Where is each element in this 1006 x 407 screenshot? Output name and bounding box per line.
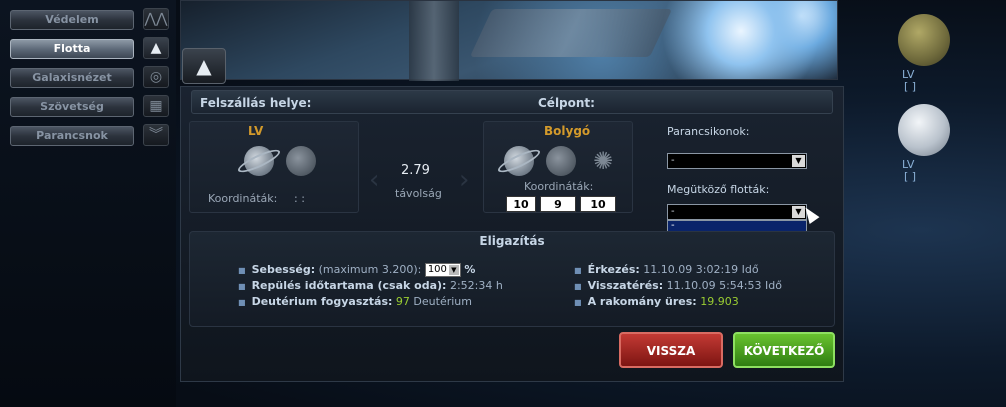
deuterium-row: ■ Deutérium fogyasztás: 97 Deutérium [238, 295, 472, 308]
fleets-select-value: - [671, 206, 675, 217]
galaxy-icon[interactable]: ◎ [143, 66, 169, 88]
cargo-label: A rakomány üres: [587, 295, 697, 308]
bullet-icon: ■ [238, 298, 246, 307]
target-heading: Célpont: [538, 96, 595, 110]
nav-item-alliance[interactable]: Szövetség [10, 97, 134, 117]
origin-heading: Felszállás helye: [200, 96, 312, 110]
arrow-left-icon: ‹ [369, 165, 380, 195]
left-nav: Védelem ⋀⋀ Flotta ▲ Galaxisnézet ◎ Szöve… [0, 0, 176, 407]
nav-item-commander[interactable]: Parancsnok [10, 126, 134, 146]
nav-item-defense[interactable]: Védelem [10, 10, 134, 30]
speed-select-value: 100 [427, 264, 447, 275]
arrow-right-icon: › [459, 165, 470, 195]
speed-unit: % [464, 263, 476, 276]
deuterium-label: Deutérium fogyasztás: [251, 295, 393, 308]
arrival-row: ■ Érkezés: 11.10.09 3:02:19 Idő [574, 263, 759, 276]
arrival-label: Érkezés: [587, 263, 640, 276]
cargo-value: 19.903 [700, 295, 739, 308]
bullet-icon: ■ [574, 298, 582, 307]
origin-coord-label: Koordináták: [208, 192, 278, 205]
planet-list-coords-1: [ ] [904, 80, 917, 93]
planet-list-coords-2: [ ] [904, 170, 917, 183]
target-box: Bolygó ✺ Koordináták: 10 9 10 [483, 121, 633, 213]
fleet-icon[interactable]: ▲ [143, 37, 169, 59]
arrival-value: 11.10.09 3:02:19 Idő [643, 263, 759, 276]
bullet-icon: ■ [574, 266, 582, 275]
briefing-box: Eligazítás ■ Sebesség: (maximum 3.200): 1… [189, 231, 835, 327]
speed-select[interactable]: 100 ▼ [424, 263, 461, 277]
duration-value: 2:52:34 h [449, 279, 503, 292]
moon-icon[interactable] [286, 146, 316, 176]
target-position-input[interactable]: 10 [580, 196, 616, 212]
debris-field-icon[interactable]: ✺ [588, 146, 618, 176]
bullet-icon: ■ [574, 282, 582, 291]
target-type: Bolygó [544, 124, 591, 138]
shortcuts-select[interactable]: - ▼ [667, 153, 807, 169]
shortcuts-select-value: - [671, 155, 675, 166]
origin-box: LV Koordináták: : : [189, 121, 359, 213]
duration-label: Repülés időtartama (csak oda): [251, 279, 447, 292]
return-row: ■ Visszatérés: 11.10.09 5:54:53 Idő [574, 279, 782, 292]
speed-row: ■ Sebesség: (maximum 3.200): 100 ▼ % [238, 263, 475, 277]
panel-header: Felszállás helye: Célpont: [191, 90, 833, 114]
bullet-icon: ■ [238, 266, 246, 275]
distance-label: távolság [395, 187, 442, 200]
cargo-row: ■ A rakomány üres: 19.903 [574, 295, 739, 308]
chevron-down-icon[interactable]: ▼ [792, 155, 805, 167]
duration-row: ■ Repülés időtartama (csak oda): 2:52:34 … [238, 279, 503, 292]
target-system-input[interactable]: 9 [540, 196, 576, 212]
target-moon-icon[interactable] [546, 146, 576, 176]
commander-icon[interactable]: ︾ [143, 124, 169, 146]
banner-tower [409, 1, 459, 81]
fleet-badge-icon: ▲ [182, 48, 226, 84]
next-button[interactable]: KÖVETKEZŐ [733, 332, 835, 368]
speed-label: Sebesség: [251, 263, 316, 276]
briefing-title: Eligazítás [479, 234, 545, 248]
planet-list-item-2[interactable] [898, 104, 950, 156]
origin-coords: : : [294, 192, 305, 205]
bullet-icon: ■ [238, 282, 246, 291]
distance-value: 2.79 [401, 163, 430, 178]
banner-ship [469, 9, 673, 57]
return-label: Visszatérés: [587, 279, 664, 292]
target-coord-label: Koordináták: [524, 180, 594, 193]
deuterium-value: 97 [395, 295, 410, 308]
nav-item-fleet[interactable]: Flotta [10, 39, 134, 59]
alliance-icon[interactable]: ▦ [143, 95, 169, 117]
nav-item-galaxy[interactable]: Galaxisnézet [10, 68, 134, 88]
speed-max: (maximum 3.200): [318, 263, 422, 276]
fleet-banner-image [180, 0, 838, 81]
fleets-label: Megütköző flották: [667, 183, 770, 196]
planet-list-item-1[interactable] [898, 14, 950, 66]
chevron-down-icon[interactable]: ▼ [448, 265, 459, 275]
target-galaxy-input[interactable]: 10 [506, 196, 536, 212]
fleet-dispatch-panel: Felszállás helye: Célpont: LV Koordinátá… [180, 86, 844, 382]
shortcuts-label: Parancsikonok: [667, 125, 750, 138]
defense-icon[interactable]: ⋀⋀ [143, 8, 169, 30]
deuterium-unit: Deutérium [413, 295, 472, 308]
origin-name: LV [248, 124, 264, 138]
return-value: 11.10.09 5:54:53 Idő [666, 279, 782, 292]
back-button[interactable]: VISSZA [619, 332, 723, 368]
fleets-select[interactable]: - ▼ [667, 204, 807, 220]
